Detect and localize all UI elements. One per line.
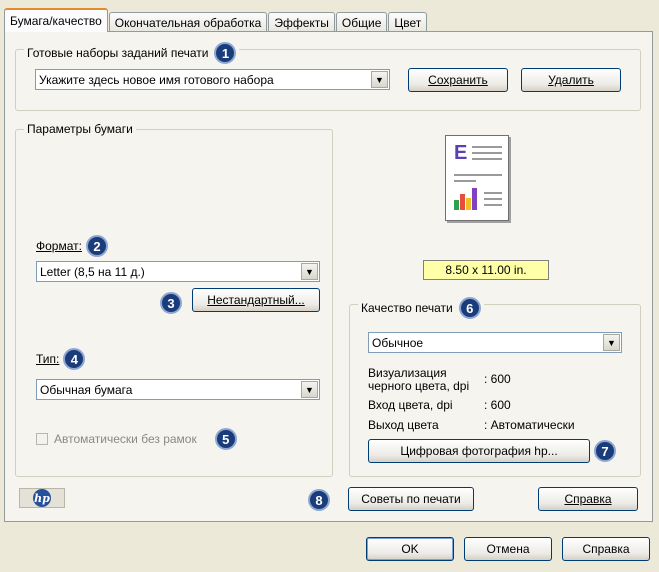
ok-label: OK <box>401 542 419 556</box>
tab-label: Эффекты <box>274 15 329 30</box>
print-quality-group: Качество печати 6 Обычное ▼ Визуализация… <box>349 297 641 477</box>
tab-basics[interactable]: Общие <box>335 12 388 32</box>
ok-button[interactable]: OK <box>366 537 454 561</box>
format-combo[interactable]: Letter (8,5 на 11 д.) ▼ <box>36 261 320 282</box>
borderless-row: Автоматически без рамок 5 <box>36 428 237 450</box>
callout-badge: 4 <box>63 348 86 370</box>
tab-label: Бумага/качество <box>10 14 102 28</box>
hp-logo-text: hp <box>33 489 51 507</box>
tab-label: Окончательная обработка <box>114 15 262 30</box>
borderless-label: Автоматически без рамок <box>54 432 197 446</box>
tab-finishing[interactable]: Окончательная обработка <box>108 12 268 32</box>
cancel-label: Отмена <box>486 542 530 556</box>
tab-label: Общие <box>341 15 382 30</box>
digital-photo-button[interactable]: Цифровая фотография hp... <box>368 439 590 463</box>
print-quality-combo[interactable]: Обычное ▼ <box>368 332 622 353</box>
callout-badge: 8 <box>308 489 330 511</box>
tab-paper-quality[interactable]: Бумага/качество <box>4 8 108 32</box>
preview-lines-left <box>454 174 502 186</box>
chevron-down-icon[interactable]: ▼ <box>603 334 620 351</box>
page-size-text: 8.50 x 11.00 in. <box>445 263 527 277</box>
color-out-value: : Автоматически <box>484 418 575 432</box>
custom-size-button[interactable]: Нестандартный... <box>192 288 320 312</box>
paper-options-group: Параметры бумаги Формат: 2 Letter (8,5 н… <box>15 122 333 477</box>
preview-text-lines <box>472 146 502 164</box>
presets-legend-label: Готовые наборы заданий печати <box>27 46 209 60</box>
paper-type-combo[interactable]: Обычная бумага ▼ <box>36 379 320 400</box>
black-dpi-value: : 600 <box>484 372 511 386</box>
callout-badge: 6 <box>458 297 481 319</box>
hp-logo: hp <box>19 488 65 508</box>
color-out-key: Выход цвета <box>368 418 439 432</box>
custom-size-label: Нестандартный... <box>207 293 305 307</box>
page-size-label: 8.50 x 11.00 in. <box>423 260 549 280</box>
tab-panel: Готовые наборы заданий печати 1 Укажите … <box>4 31 653 522</box>
save-preset-button[interactable]: Сохранить <box>408 68 508 92</box>
paper-options-legend-label: Параметры бумаги <box>27 122 133 136</box>
panel-help-button[interactable]: Справка <box>538 487 638 511</box>
chevron-down-icon[interactable]: ▼ <box>371 71 388 88</box>
callout-badge: 5 <box>214 428 237 450</box>
panel-help-label: Справка <box>564 492 612 506</box>
presets-group: Готовые наборы заданий печати 1 Укажите … <box>15 42 641 111</box>
black-dpi-key: Визуализация черного цвета, dpi <box>368 366 470 393</box>
tab-color[interactable]: Цвет <box>388 12 428 32</box>
print-tips-label: Советы по печати <box>361 492 461 506</box>
cancel-button[interactable]: Отмена <box>464 537 552 561</box>
paper-type-combo-value: Обычная бумага <box>40 382 133 397</box>
bar-chart-icon <box>454 186 480 210</box>
save-preset-label: Сохранить <box>428 73 488 87</box>
callout-badge: 3 <box>160 292 182 314</box>
dialog-help-button[interactable]: Справка <box>562 537 650 561</box>
format-label-row: Формат: 2 <box>36 235 108 257</box>
dialog-help-label: Справка <box>582 542 630 556</box>
callout-badge: 1 <box>214 42 237 64</box>
presets-legend: Готовые наборы заданий печати 1 <box>24 42 240 64</box>
color-in-dpi-key: Вход цвета, dpi <box>368 398 453 412</box>
format-combo-value: Letter (8,5 на 11 д.) <box>40 264 145 279</box>
borderless-checkbox[interactable] <box>36 433 48 445</box>
digital-photo-label: Цифровая фотография hp... <box>400 444 558 458</box>
chevron-down-icon[interactable]: ▼ <box>301 381 318 398</box>
delete-preset-button[interactable]: Удалить <box>521 68 621 92</box>
color-in-dpi-value: : 600 <box>484 398 511 412</box>
page-preview: E <box>445 135 509 221</box>
callout-badge: 7 <box>594 440 616 462</box>
format-label: Формат: <box>36 239 82 253</box>
callout-badge: 2 <box>85 235 108 257</box>
preview-letter: E <box>454 142 468 164</box>
type-label-row: Тип: 4 <box>36 348 86 370</box>
print-tips-button[interactable]: Советы по печати <box>348 487 474 511</box>
print-quality-combo-value: Обычное <box>372 335 424 350</box>
paper-options-legend: Параметры бумаги <box>24 122 136 136</box>
preview-lines-right <box>484 192 502 210</box>
presets-combo[interactable]: Укажите здесь новое имя готового набора … <box>35 69 390 90</box>
tab-label: Цвет <box>394 15 422 30</box>
chevron-down-icon[interactable]: ▼ <box>301 263 318 280</box>
print-quality-legend-label: Качество печати <box>361 301 453 315</box>
print-quality-legend: Качество печати 6 <box>358 297 484 319</box>
tab-strip: Бумага/качество Окончательная обработка … <box>4 8 428 32</box>
type-label: Тип: <box>36 352 60 366</box>
presets-combo-value: Укажите здесь новое имя готового набора <box>39 72 274 87</box>
delete-preset-label: Удалить <box>548 73 594 87</box>
tab-effects[interactable]: Эффекты <box>268 12 335 32</box>
